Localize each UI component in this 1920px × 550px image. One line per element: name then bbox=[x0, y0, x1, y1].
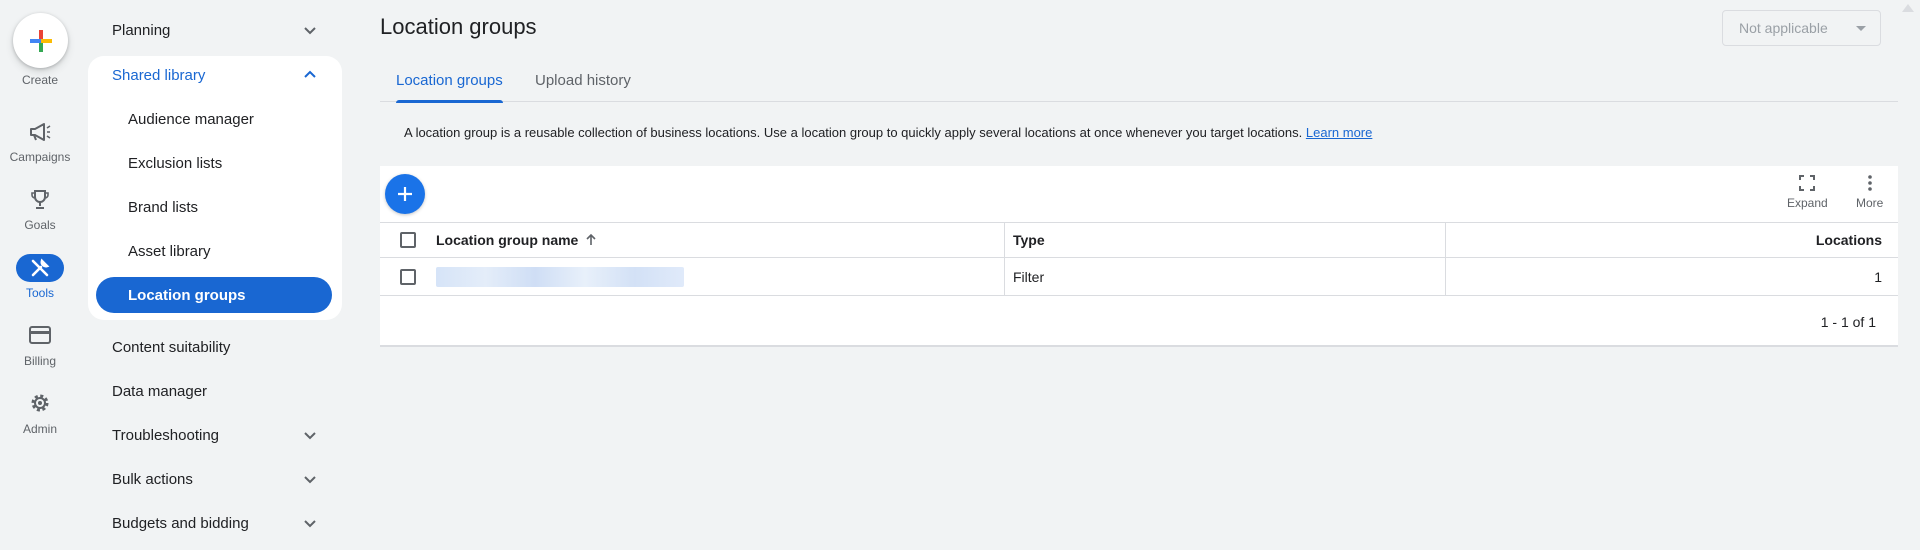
nav-audience-manager[interactable]: Audience manager bbox=[88, 101, 342, 137]
tools-nav-panel: Planning Shared library Audience manager… bbox=[88, 0, 342, 550]
goals-label: Goals bbox=[24, 218, 56, 232]
billing-nav[interactable] bbox=[23, 322, 57, 348]
column-header-name-label: Location group name bbox=[436, 232, 579, 248]
megaphone-icon bbox=[30, 123, 51, 141]
row-select-cell bbox=[400, 258, 416, 295]
plus-multicolor-icon bbox=[29, 29, 52, 52]
location-groups-table-card: Expand More Location group name Type Loc… bbox=[380, 166, 1898, 347]
nav-content-suitability[interactable]: Content suitability bbox=[88, 329, 342, 365]
info-text: A location group is a reusable collectio… bbox=[404, 125, 1303, 140]
nav-location-groups[interactable]: Location groups bbox=[96, 277, 332, 313]
chevron-down-icon bbox=[304, 432, 316, 440]
nav-shared-library[interactable]: Shared library bbox=[88, 57, 342, 93]
nav-troubleshooting-label: Troubleshooting bbox=[112, 426, 220, 444]
nav-shared-library-label: Shared library bbox=[112, 66, 206, 84]
goals-nav[interactable] bbox=[23, 187, 57, 213]
nav-asset-library[interactable]: Asset library bbox=[88, 233, 342, 269]
account-select-value: Not applicable bbox=[1739, 20, 1828, 36]
left-rail: Create Campaigns Goals Tools Billing Adm… bbox=[0, 0, 80, 550]
tab-location-groups[interactable]: Location groups bbox=[396, 58, 503, 103]
info-banner: A location group is a reusable collectio… bbox=[404, 125, 1372, 140]
column-header-locations[interactable]: Locations bbox=[1816, 223, 1882, 257]
table-header: Location group name Type Locations bbox=[380, 222, 1898, 258]
chevron-down-icon bbox=[304, 27, 316, 35]
create-button[interactable] bbox=[13, 13, 68, 68]
caret-down-icon bbox=[1856, 26, 1866, 31]
pagination-status: 1 - 1 of 1 bbox=[1820, 314, 1876, 330]
admin-nav[interactable] bbox=[23, 390, 57, 416]
plus-icon bbox=[398, 187, 412, 201]
tools-nav[interactable] bbox=[16, 254, 64, 282]
expand-label: Expand bbox=[1787, 196, 1828, 210]
nav-troubleshooting[interactable]: Troubleshooting bbox=[88, 417, 342, 453]
nav-budgets-bidding-label: Budgets and bidding bbox=[112, 514, 249, 532]
select-all-checkbox[interactable] bbox=[400, 232, 416, 248]
page-title: Location groups bbox=[380, 14, 537, 39]
redacted-name[interactable] bbox=[436, 266, 684, 287]
row-checkbox[interactable] bbox=[400, 268, 416, 285]
tab-bar: Location groups Upload history bbox=[380, 58, 1898, 103]
column-header-name[interactable]: Location group name bbox=[436, 223, 598, 257]
locations-cell: 1 bbox=[1874, 268, 1882, 285]
select-all-cell bbox=[400, 223, 416, 257]
nav-brand-lists[interactable]: Brand lists bbox=[88, 189, 342, 225]
chevron-up-icon bbox=[304, 70, 316, 78]
type-cell: Filter bbox=[1013, 268, 1045, 285]
column-divider bbox=[1445, 258, 1446, 295]
campaigns-label: Campaigns bbox=[9, 150, 71, 164]
tools-icon bbox=[31, 258, 50, 277]
more-button[interactable]: More bbox=[1856, 174, 1883, 218]
campaigns-nav[interactable] bbox=[23, 119, 57, 145]
credit-card-icon bbox=[29, 326, 51, 344]
learn-more-link[interactable]: Learn more bbox=[1306, 125, 1372, 140]
column-divider bbox=[1004, 223, 1005, 257]
fullscreen-icon bbox=[1799, 175, 1816, 191]
chevron-down-icon bbox=[304, 476, 316, 484]
nav-planning-label: Planning bbox=[112, 21, 171, 39]
gear-icon bbox=[31, 394, 49, 412]
more-vert-icon bbox=[1867, 175, 1872, 191]
add-location-group-button[interactable] bbox=[385, 174, 425, 214]
main-content: Location groups Not applicable Location … bbox=[380, 0, 1898, 550]
account-select[interactable]: Not applicable bbox=[1722, 10, 1881, 46]
tab-upload-history[interactable]: Upload history bbox=[535, 58, 631, 102]
nav-budgets-bidding[interactable]: Budgets and bidding bbox=[88, 505, 342, 541]
nav-bulk-actions-label: Bulk actions bbox=[112, 470, 193, 488]
column-header-type[interactable]: Type bbox=[1013, 223, 1045, 257]
nav-bulk-actions[interactable]: Bulk actions bbox=[88, 461, 342, 497]
arrow-up-icon bbox=[586, 233, 596, 245]
more-label: More bbox=[1856, 196, 1884, 210]
nav-planning[interactable]: Planning bbox=[88, 12, 342, 48]
create-label: Create bbox=[21, 73, 59, 87]
shared-library-section: Shared library Audience manager Exclusio… bbox=[88, 56, 342, 320]
column-divider bbox=[1445, 223, 1446, 257]
location-group-name-cell[interactable] bbox=[436, 258, 684, 295]
expand-button[interactable]: Expand bbox=[1787, 174, 1828, 218]
admin-label: Admin bbox=[22, 422, 57, 436]
billing-label: Billing bbox=[23, 354, 56, 368]
chevron-down-icon bbox=[304, 520, 316, 528]
nav-data-manager[interactable]: Data manager bbox=[88, 373, 342, 409]
column-divider bbox=[1004, 258, 1005, 295]
scroll-up-arrow[interactable] bbox=[1902, 4, 1914, 12]
tools-label: Tools bbox=[25, 286, 54, 300]
trophy-icon bbox=[31, 190, 49, 209]
table-row[interactable]: Filter 1 bbox=[380, 258, 1898, 296]
nav-exclusion-lists[interactable]: Exclusion lists bbox=[88, 145, 342, 181]
